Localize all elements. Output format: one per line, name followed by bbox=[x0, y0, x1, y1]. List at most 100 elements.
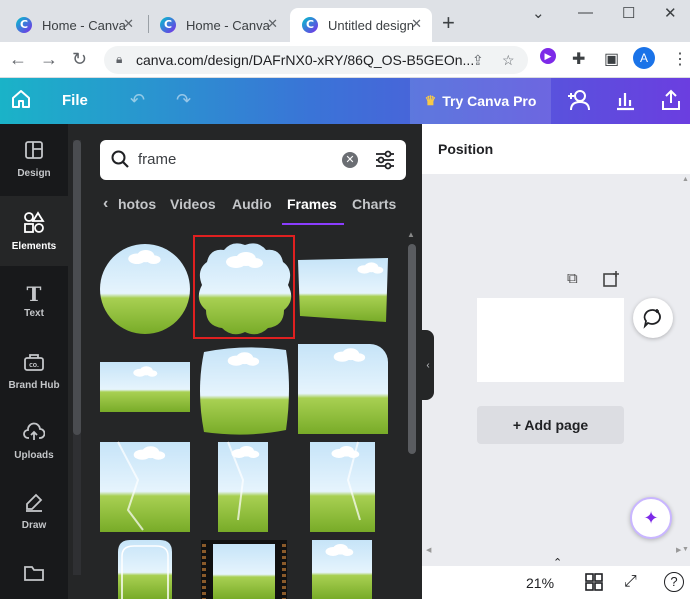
tab-videos[interactable]: Videos bbox=[170, 196, 216, 212]
address-bar[interactable]: 🔒︎ canva.com/design/DAFrNX0-xRY/86Q_OS-B… bbox=[104, 46, 528, 74]
rail-item-elements[interactable]: Elements bbox=[0, 196, 68, 266]
frame-wide-rectangle[interactable] bbox=[100, 362, 190, 412]
rail-item-label: Uploads bbox=[14, 449, 54, 461]
scrollbar-thumb[interactable] bbox=[408, 244, 416, 454]
extension-play-icon[interactable]: ▶ bbox=[540, 48, 556, 64]
duplicate-page-icon[interactable]: ⧉ bbox=[567, 270, 578, 287]
browser-tab[interactable]: Home - Canva ✕ bbox=[148, 8, 288, 42]
close-window-icon[interactable]: ✕ bbox=[664, 4, 677, 22]
back-arrow-icon[interactable]: ← bbox=[9, 49, 27, 70]
browser-tab-title: Home - Canva bbox=[186, 17, 270, 33]
clear-search-icon[interactable]: ✕ bbox=[342, 152, 358, 168]
insights-chart-icon[interactable] bbox=[614, 89, 636, 116]
star-icon[interactable]: ☆ bbox=[502, 52, 515, 69]
browser-tab[interactable]: Home - Canva ✕ bbox=[4, 8, 144, 42]
bottom-bar bbox=[422, 566, 690, 599]
reload-icon[interactable]: ↻ bbox=[72, 49, 87, 70]
frame-rounded-corner[interactable] bbox=[298, 344, 388, 434]
rail-item-uploads[interactable]: Uploads bbox=[0, 406, 68, 476]
frame-portrait-2[interactable] bbox=[218, 441, 268, 532]
scroll-up-icon[interactable]: ▲ bbox=[407, 230, 415, 239]
tab-audio[interactable]: Audio bbox=[232, 196, 272, 212]
chevron-left-icon[interactable]: ‹ bbox=[103, 195, 108, 213]
frame-circle[interactable] bbox=[100, 244, 190, 334]
chevron-left-icon: ‹ bbox=[426, 359, 430, 371]
comment-button[interactable] bbox=[633, 298, 673, 338]
rail-item-label: Text bbox=[24, 307, 44, 319]
scroll-right-icon[interactable]: ▶ bbox=[676, 546, 681, 554]
forward-arrow-icon[interactable]: → bbox=[40, 49, 58, 70]
puzzle-icon[interactable]: ✚ bbox=[572, 49, 585, 69]
profile-avatar[interactable]: A bbox=[633, 47, 655, 69]
undo-icon[interactable]: ↶ bbox=[130, 90, 145, 111]
new-tab-button[interactable]: + bbox=[442, 10, 455, 36]
minimize-icon[interactable]: — bbox=[578, 4, 593, 21]
panel-scrollbar-right[interactable]: ▲ bbox=[406, 230, 418, 590]
zoom-level[interactable]: 21% bbox=[526, 575, 554, 591]
collapse-panel-button[interactable]: ‹ bbox=[422, 330, 434, 400]
close-icon[interactable]: ✕ bbox=[123, 16, 134, 32]
rail-item-text[interactable]: T Text bbox=[0, 266, 68, 336]
help-icon[interactable]: ? bbox=[664, 572, 684, 592]
share-people-icon[interactable] bbox=[566, 88, 592, 117]
search-icon bbox=[110, 149, 130, 174]
fullscreen-icon[interactable]: ⤢ bbox=[624, 573, 637, 591]
browser-tab-active[interactable]: Untitled design ✕ bbox=[290, 8, 432, 42]
canva-favicon-icon bbox=[16, 17, 32, 33]
upload-share-icon[interactable] bbox=[660, 88, 682, 117]
frame-blob-square[interactable] bbox=[200, 347, 289, 435]
selected-frame-highlight bbox=[193, 235, 295, 339]
more-menu-icon[interactable]: ⋮ bbox=[672, 49, 688, 69]
brand-hub-icon: CO. bbox=[23, 352, 45, 376]
browser-toolbar: ← → ↻ 🔒︎ canva.com/design/DAFrNX0-xRY/86… bbox=[0, 42, 690, 78]
try-canva-pro-button[interactable]: ♛ Try Canva Pro bbox=[410, 78, 551, 124]
maximize-icon[interactable]: ☐ bbox=[622, 4, 635, 22]
rail-item-design[interactable]: Design bbox=[0, 124, 68, 194]
side-panel-icon[interactable]: ▣ bbox=[604, 49, 619, 69]
projects-icon bbox=[23, 564, 45, 586]
scroll-up-icon[interactable]: ▲ bbox=[682, 176, 689, 183]
tab-photos[interactable]: hotos bbox=[118, 196, 156, 212]
share-icon[interactable]: ⇪ bbox=[472, 52, 484, 69]
frame-portrait-1[interactable] bbox=[100, 441, 190, 532]
active-tab-indicator bbox=[282, 223, 344, 225]
chevron-up-icon[interactable]: ⌃ bbox=[553, 556, 562, 569]
rail-item-label: Elements bbox=[11, 240, 57, 252]
rail-item-label: Draw bbox=[21, 519, 47, 531]
close-icon[interactable]: ✕ bbox=[411, 16, 422, 32]
scrollbar-thumb[interactable] bbox=[73, 140, 81, 435]
search-input[interactable]: frame ✕ bbox=[100, 140, 406, 180]
panel-scrollbar-left[interactable] bbox=[73, 140, 81, 575]
magic-assistant-button[interactable]: ✦ bbox=[630, 497, 672, 539]
frame-film-strip[interactable] bbox=[201, 540, 287, 599]
browser-tab-title: Untitled design bbox=[328, 17, 414, 33]
rail-item-brand-hub[interactable]: CO. Brand Hub bbox=[0, 336, 68, 406]
home-icon[interactable] bbox=[10, 88, 32, 115]
design-page[interactable] bbox=[477, 298, 624, 382]
add-page-button[interactable]: + Add page bbox=[477, 406, 624, 444]
rail-item-label: Design bbox=[17, 167, 51, 179]
filter-sliders-icon[interactable] bbox=[374, 149, 396, 176]
tab-charts[interactable]: Charts bbox=[352, 196, 396, 212]
close-icon[interactable]: ✕ bbox=[267, 16, 278, 32]
rail-item-projects[interactable] bbox=[0, 546, 68, 599]
frame-portrait-3[interactable] bbox=[310, 441, 375, 532]
comment-icon bbox=[643, 309, 661, 329]
redo-icon[interactable]: ↷ bbox=[176, 90, 191, 111]
chevron-down-icon[interactable]: ⌄ bbox=[532, 4, 545, 22]
tab-frames[interactable]: Frames bbox=[287, 196, 337, 212]
canva-favicon-icon bbox=[302, 17, 318, 33]
browser-tab-title: Home - Canva bbox=[42, 17, 126, 33]
position-title: Position bbox=[438, 141, 494, 157]
left-rail: Design Elements T Text CO. Brand Hub Upl… bbox=[0, 124, 68, 599]
frame-arch[interactable] bbox=[118, 540, 172, 599]
frame-tall-rectangle[interactable] bbox=[312, 540, 372, 599]
frame-skewed-rectangle[interactable] bbox=[298, 258, 388, 322]
add-page-icon[interactable] bbox=[602, 270, 620, 292]
file-menu-button[interactable]: File bbox=[62, 92, 88, 109]
scroll-left-icon[interactable]: ◀ bbox=[426, 546, 431, 554]
grid-view-icon[interactable] bbox=[585, 573, 603, 596]
rail-item-draw[interactable]: Draw bbox=[0, 476, 68, 546]
try-pro-label: Try Canva Pro bbox=[442, 93, 537, 109]
canvas-scrollbar[interactable]: ▲ ▼ bbox=[680, 176, 690, 556]
